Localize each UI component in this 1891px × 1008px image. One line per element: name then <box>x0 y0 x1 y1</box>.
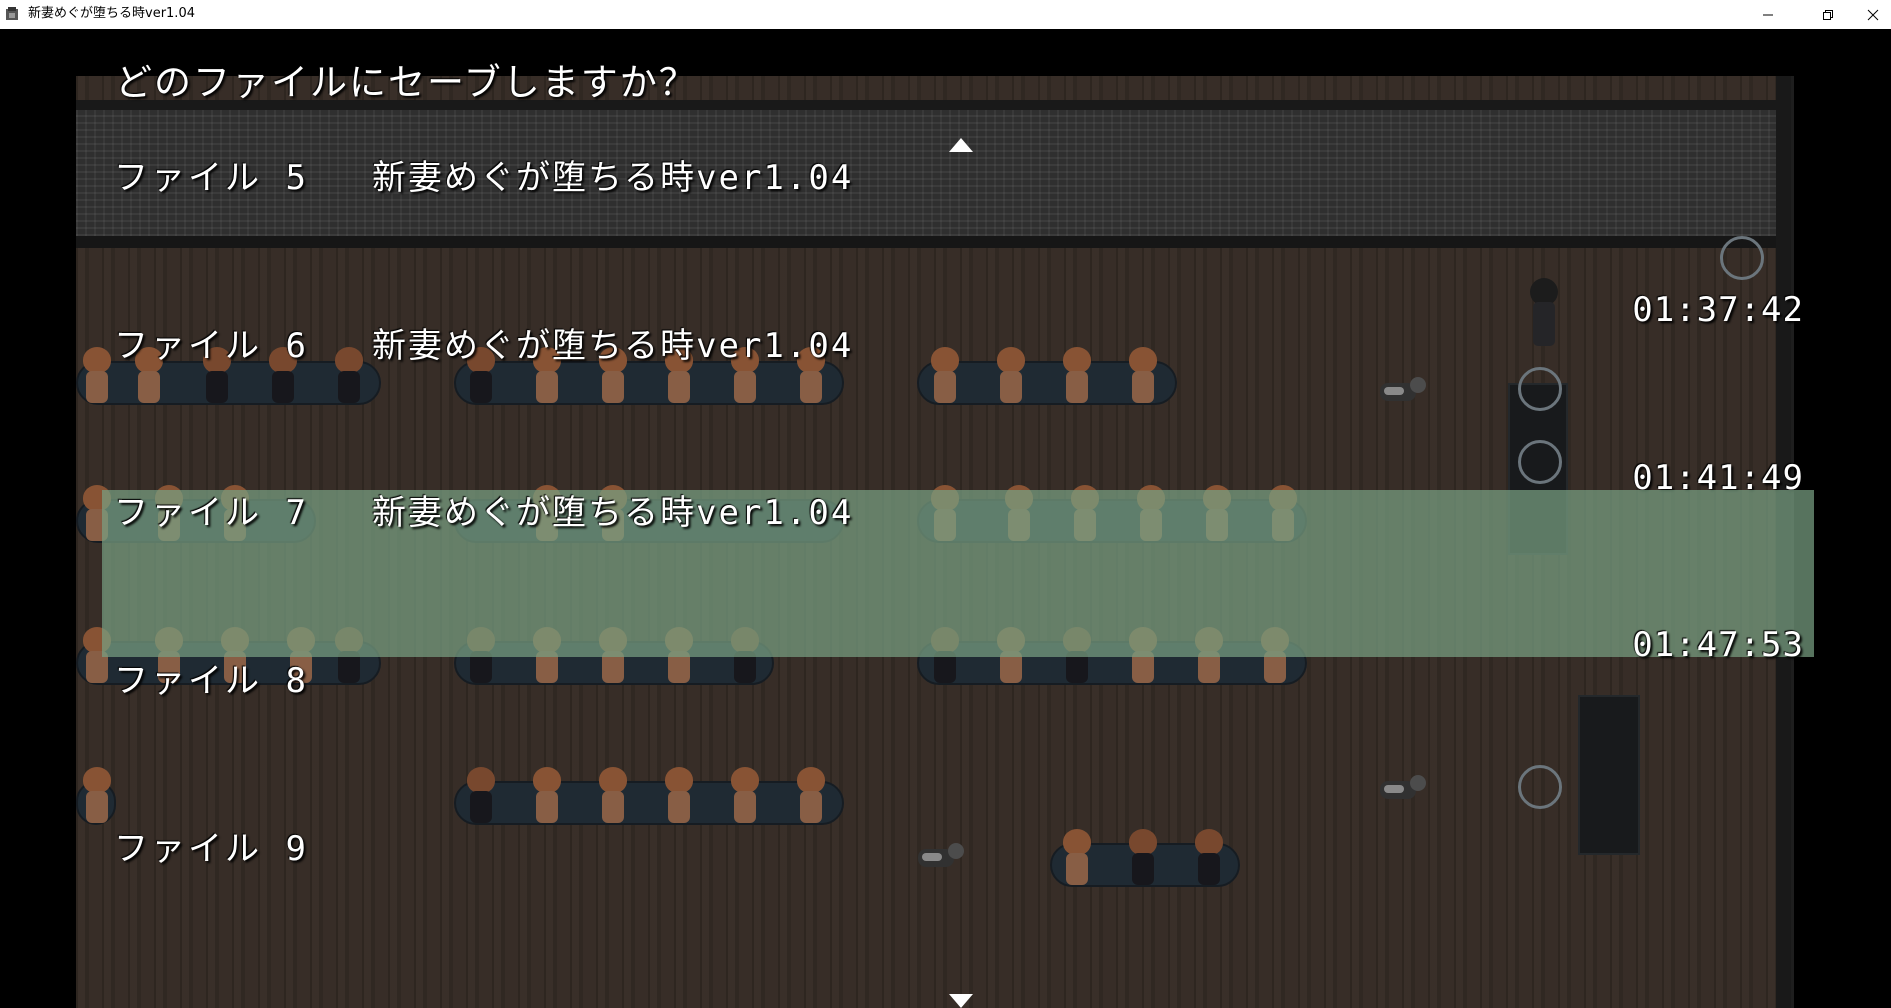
close-button[interactable] <box>1850 0 1891 29</box>
slot-label: ファイル 9 <box>114 829 309 869</box>
minimize-button[interactable] <box>1745 0 1791 29</box>
save-prompt: どのファイルにセーブしますか？ <box>115 61 698 104</box>
slot-title: 新妻めぐが堕ちる時ver1.04 <box>372 158 854 198</box>
save-slot-8[interactable]: ファイル 8 <box>102 658 1814 825</box>
slot-label: ファイル 7 <box>114 493 309 533</box>
slot-label: ファイル 8 <box>114 661 309 701</box>
slot-title: 新妻めぐが堕ちる時ver1.04 <box>372 493 854 533</box>
save-slot-9[interactable]: ファイル 9 <box>102 826 1814 993</box>
save-slot-6[interactable]: ファイル 6 新妻めぐが堕ちる時ver1.04 01:41:49 <box>102 323 1814 498</box>
slot-title: 新妻めぐが堕ちる時ver1.04 <box>372 326 854 366</box>
window-titlebar: 新妻めぐが堕ちる時ver1.04 <box>0 0 1891 30</box>
app-icon <box>6 7 18 20</box>
window-title: 新妻めぐが堕ちる時ver1.04 <box>28 6 195 21</box>
slot-label: ファイル 5 <box>114 158 309 198</box>
restore-icon <box>1823 9 1833 20</box>
slot-label: ファイル 6 <box>114 326 309 366</box>
minimize-icon <box>1763 14 1773 15</box>
game-viewport: どのファイルにセーブしますか？ ファイル 5 新妻めぐが堕ちる時ver1.04 … <box>0 29 1891 1008</box>
scroll-up-icon[interactable] <box>949 138 973 152</box>
scroll-down-icon[interactable] <box>949 994 973 1008</box>
save-slot-7-selected[interactable]: ファイル 7 新妻めぐが堕ちる時ver1.04 01:47:53 <box>102 490 1814 665</box>
maximize-button[interactable] <box>1805 0 1851 29</box>
save-slot-5[interactable]: ファイル 5 新妻めぐが堕ちる時ver1.04 01:37:42 <box>102 155 1814 330</box>
close-icon <box>1867 9 1879 20</box>
